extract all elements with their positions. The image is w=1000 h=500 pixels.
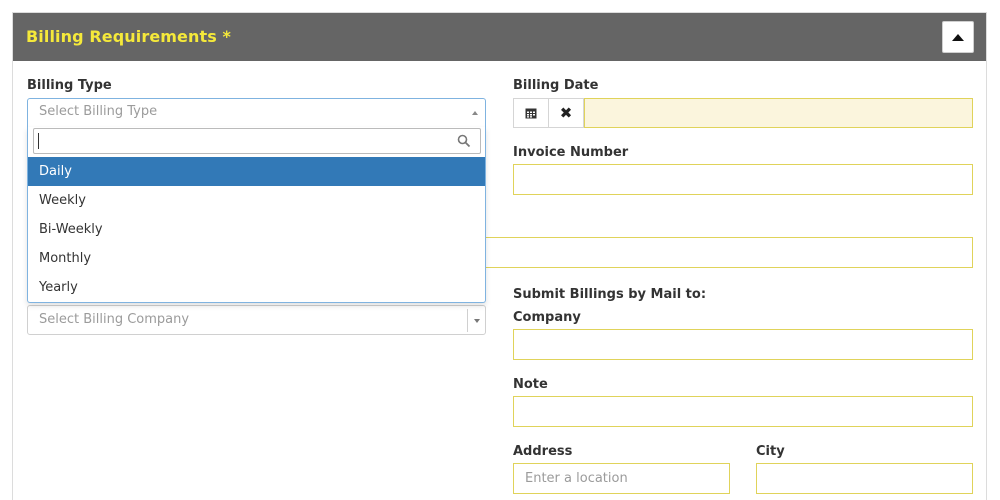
note-input[interactable]	[513, 396, 973, 427]
billing-type-label: Billing Type	[27, 78, 112, 93]
text-cursor	[38, 133, 39, 149]
billing-type-dropdown: Daily Weekly Bi-Weekly Monthly Yearly	[27, 127, 486, 303]
caret-up-icon	[952, 33, 964, 41]
billing-date-input[interactable]	[584, 98, 973, 128]
dropdown-search-input[interactable]	[33, 128, 481, 154]
mail-heading: Submit Billings by Mail to:	[513, 287, 707, 302]
panel-header: Billing Requirements *	[13, 13, 986, 61]
option-bi-weekly[interactable]: Bi-Weekly	[28, 215, 485, 244]
collapse-button[interactable]	[942, 21, 974, 53]
billing-company-select[interactable]: Select Billing Company	[27, 305, 486, 335]
invoice-number-input[interactable]	[513, 164, 973, 195]
close-icon: ✖	[559, 103, 573, 122]
billing-type-placeholder: Select Billing Type	[39, 104, 158, 119]
address-placeholder: Enter a location	[525, 471, 628, 486]
caret-up-icon	[472, 111, 478, 115]
select-divider	[467, 309, 468, 332]
address-input[interactable]: Enter a location	[513, 463, 730, 494]
note-label: Note	[513, 377, 548, 392]
clear-date-button[interactable]: ✖	[548, 98, 584, 128]
company-input[interactable]	[513, 329, 973, 360]
billing-company-placeholder: Select Billing Company	[39, 312, 190, 327]
option-yearly[interactable]: Yearly	[28, 273, 485, 302]
calendar-button[interactable]	[513, 98, 549, 128]
city-label: City	[756, 444, 785, 459]
option-monthly[interactable]: Monthly	[28, 244, 485, 273]
company-label: Company	[513, 310, 581, 325]
option-weekly[interactable]: Weekly	[28, 186, 485, 215]
option-daily[interactable]: Daily	[28, 157, 485, 186]
calendar-icon	[525, 108, 537, 119]
panel-title: Billing Requirements *	[26, 27, 232, 46]
billing-date-label: Billing Date	[513, 78, 599, 93]
address-label: Address	[513, 444, 573, 459]
billing-type-select[interactable]: Select Billing Type	[27, 98, 486, 128]
dropdown-options: Daily Weekly Bi-Weekly Monthly Yearly	[28, 157, 485, 302]
caret-down-icon	[474, 319, 480, 323]
city-input[interactable]	[756, 463, 973, 494]
search-icon	[457, 134, 471, 148]
invoice-number-label: Invoice Number	[513, 145, 629, 160]
unlabeled-input[interactable]	[486, 237, 973, 268]
